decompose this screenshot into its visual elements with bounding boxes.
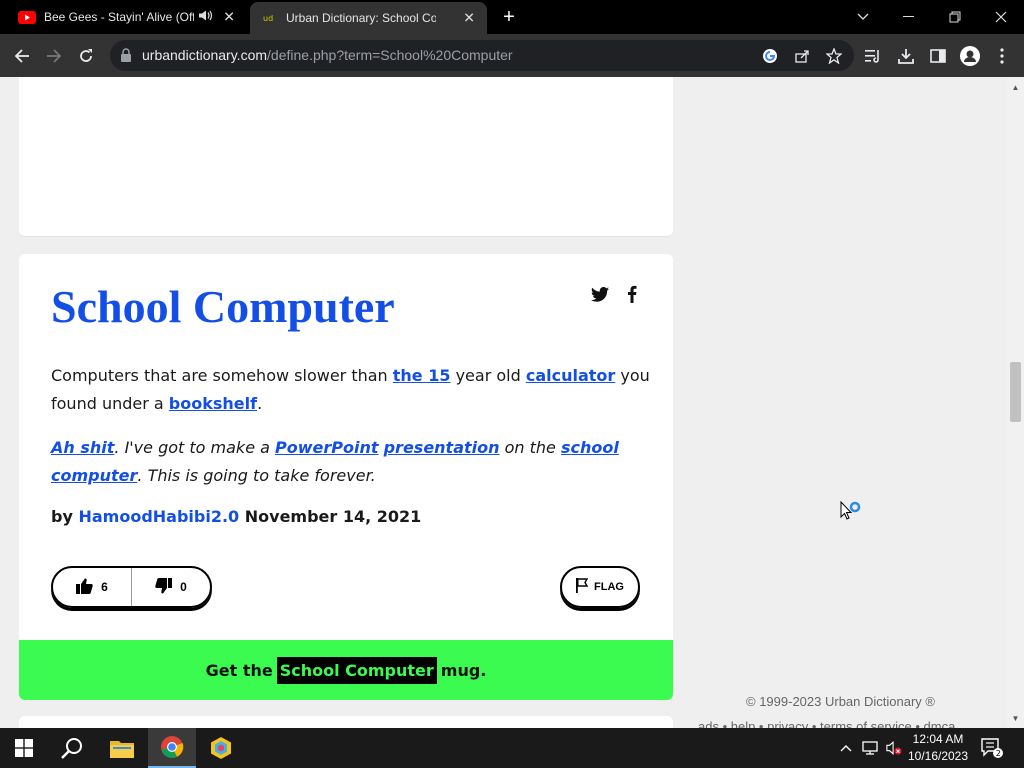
notification-count: 2	[996, 749, 1001, 758]
author-link[interactable]: HamoodHabibi2.0	[78, 507, 239, 526]
restore-icon[interactable]	[932, 0, 978, 34]
system-clock[interactable]: 12:04 AM 10/16/2023	[904, 731, 972, 765]
definition-word[interactable]: School Computer	[51, 280, 395, 333]
definition-meaning: Computers that are somehow slower than t…	[51, 362, 651, 418]
url-text[interactable]: urbandictionary.com/define.php?term=Scho…	[142, 47, 513, 63]
meaning-text: year old	[450, 366, 526, 385]
new-tab-button[interactable]: +	[498, 6, 520, 28]
download-icon[interactable]	[896, 46, 916, 66]
network-icon[interactable]	[862, 740, 878, 756]
clock-date: 10/16/2023	[907, 749, 969, 763]
svg-text:ud: ud	[263, 14, 273, 23]
scrollbar-thumb[interactable]	[1010, 362, 1021, 422]
meaning-text: Computers that are somehow slower than	[51, 366, 393, 385]
tab-title: Bee Gees - Stayin' Alive (Offi	[44, 10, 194, 24]
menu-kebab-icon[interactable]	[992, 46, 1012, 66]
upvote-button[interactable]: 6	[53, 568, 131, 606]
close-tab-icon[interactable]: ✕	[223, 9, 235, 26]
media-control-icon[interactable]	[863, 46, 883, 66]
copyright-text: © 1999-2023 Urban Dictionary ®	[746, 694, 935, 709]
browser-toolbar: urbandictionary.com/define.php?term=Scho…	[0, 34, 1024, 77]
forward-button[interactable]	[42, 44, 66, 68]
page-scrollbar[interactable]: ▲ ▼	[1007, 77, 1024, 728]
upvote-count: 6	[101, 580, 108, 594]
tab-urban-dictionary[interactable]: ud Urban Dictionary: School Compu ✕	[250, 2, 487, 34]
flag-button[interactable]: FLAG	[560, 566, 640, 608]
link-the-15[interactable]: the 15	[393, 366, 451, 385]
mug-word-highlight: School Computer	[276, 656, 437, 684]
url-path: /define.php?term=School%20Computer	[267, 47, 513, 63]
urban-dictionary-icon: ud	[260, 12, 278, 25]
minimize-icon[interactable]	[886, 0, 932, 34]
flag-icon	[576, 578, 589, 596]
example-text: on the	[499, 438, 561, 457]
link-ah-shit[interactable]: Ah shit	[51, 438, 114, 457]
lock-icon[interactable]	[120, 48, 132, 67]
search-icon[interactable]	[48, 728, 96, 768]
facebook-icon[interactable]	[623, 285, 641, 303]
address-bar[interactable]: urbandictionary.com/define.php?term=Scho…	[110, 40, 854, 71]
share-icon[interactable]	[794, 48, 810, 64]
thumbs-down-icon	[155, 577, 173, 597]
show-hidden-icons-icon[interactable]	[838, 740, 854, 756]
tab-strip: Bee Gees - Stayin' Alive (Offi ✕ ud Urba…	[0, 0, 1024, 34]
close-window-icon[interactable]	[978, 0, 1024, 34]
contributor-line: by HamoodHabibi2.0 November 14, 2021	[51, 507, 421, 526]
reload-button[interactable]	[74, 44, 98, 68]
close-tab-icon[interactable]: ✕	[463, 10, 475, 27]
google-lens-icon[interactable]	[762, 48, 778, 64]
profile-avatar-icon[interactable]	[960, 46, 980, 66]
mug-promo-banner[interactable]: Get the School Computer mug.	[19, 640, 673, 700]
flag-label: FLAG	[594, 581, 624, 593]
side-panel-icon[interactable]	[928, 46, 948, 66]
bookmark-star-icon[interactable]	[826, 48, 842, 64]
mug-suffix: mug.	[440, 660, 487, 680]
downvote-button[interactable]: 0	[131, 568, 210, 606]
chrome-taskbar-icon[interactable]	[148, 728, 196, 768]
tab-search-icon[interactable]	[840, 0, 886, 34]
speaker-icon[interactable]	[199, 10, 213, 25]
thumbs-up-icon	[76, 578, 93, 597]
clock-time: 12:04 AM	[912, 732, 964, 746]
previous-card	[19, 77, 673, 237]
loading-cursor-icon	[840, 500, 864, 528]
footer-links[interactable]: ads • help • privacy • terms of service …	[698, 719, 955, 728]
mug-prefix: Get the	[205, 660, 273, 680]
back-button[interactable]	[10, 44, 34, 68]
example-text: . This is going to take forever.	[137, 466, 376, 485]
url-host: urbandictionary.com	[142, 47, 268, 63]
next-card	[19, 716, 673, 728]
definition-card: School Computer Computers that are someh…	[19, 254, 673, 700]
definition-example: Ah shit. I've got to make a PowerPoint p…	[51, 434, 651, 490]
windows-start-icon[interactable]	[0, 728, 48, 768]
meaning-text: .	[257, 394, 263, 413]
volume-muted-icon[interactable]	[886, 740, 902, 756]
link-presentation[interactable]: presentation	[384, 438, 500, 457]
by-label: by	[51, 507, 73, 526]
windows-taskbar: 12:04 AM 10/16/2023 2	[0, 728, 1024, 768]
action-center-icon[interactable]: 2	[980, 736, 1004, 760]
post-date: November 14, 2021	[244, 507, 422, 526]
file-explorer-icon[interactable]	[98, 728, 146, 768]
vote-buttons: 6 0	[51, 566, 212, 608]
page-viewport: School Computer Computers that are someh…	[0, 77, 1024, 728]
link-bookshelf[interactable]: bookshelf	[169, 394, 257, 413]
twitter-icon[interactable]	[591, 285, 609, 303]
app-hexagon-icon[interactable]	[197, 728, 245, 768]
tab-youtube[interactable]: Bee Gees - Stayin' Alive (Offi ✕	[0, 0, 247, 34]
link-powerpoint[interactable]: PowerPoint	[275, 438, 378, 457]
downvote-count: 0	[180, 580, 187, 594]
example-text: . I've got to make a	[114, 438, 276, 457]
tab-title: Urban Dictionary: School Compu	[286, 11, 436, 25]
youtube-icon	[18, 10, 36, 24]
link-calculator[interactable]: calculator	[526, 366, 615, 385]
scroll-up-icon[interactable]: ▲	[1011, 83, 1020, 92]
scroll-down-icon[interactable]: ▼	[1011, 714, 1020, 723]
